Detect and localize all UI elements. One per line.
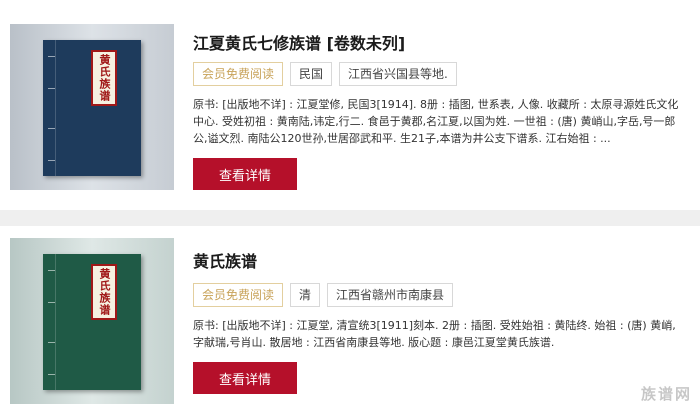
book-spine (43, 254, 56, 390)
result-title[interactable]: 黄氏族谱 (193, 248, 257, 272)
book-cover-image[interactable]: 黄氏族谱 (10, 238, 174, 404)
vip-free-tag[interactable]: 会员免费阅读 (193, 283, 284, 307)
location-tag[interactable]: 江西省兴国县等地. (339, 62, 457, 86)
era-tag[interactable]: 清 (290, 283, 321, 307)
book-title-label: 黄氏族谱 (91, 50, 117, 106)
result-card: 黄氏族谱 江夏黄氏七修族谱 [卷数未列] 会员免费阅读 民国 江西省兴国县等地.… (0, 0, 700, 210)
vip-free-tag[interactable]: 会员免费阅读 (193, 62, 284, 86)
result-description: 原书: [出版地不详] : 江夏堂, 清宣统3[1911]刻本. 2册 : 插图… (193, 319, 676, 349)
book-illustration: 黄氏族谱 (43, 254, 141, 390)
book-illustration: 黄氏族谱 (43, 40, 141, 176)
book-spine (43, 40, 56, 176)
tag-list: 会员免费阅读 民国 江西省兴国县等地. (193, 62, 457, 86)
tag-list: 会员免费阅读 清 江西省赣州市南康县 (193, 283, 454, 307)
result-title[interactable]: 江夏黄氏七修族谱 [卷数未列] (193, 30, 405, 54)
result-card: 黄氏族谱 黄氏族谱 会员免费阅读 清 江西省赣州市南康县 原书: [出版地不详]… (0, 226, 700, 408)
era-tag[interactable]: 民国 (290, 62, 333, 86)
site-watermark: 族谱网 (640, 385, 692, 403)
view-details-button[interactable]: 查看详情 (193, 158, 297, 190)
result-description: 原书: [出版地不详] : 江夏堂修, 民国3[1914]. 8册 : 插图, … (193, 98, 679, 145)
book-cover-image[interactable]: 黄氏族谱 (10, 24, 174, 190)
location-tag[interactable]: 江西省赣州市南康县 (327, 283, 454, 307)
view-details-button[interactable]: 查看详情 (193, 362, 297, 394)
book-title-label: 黄氏族谱 (91, 264, 117, 320)
